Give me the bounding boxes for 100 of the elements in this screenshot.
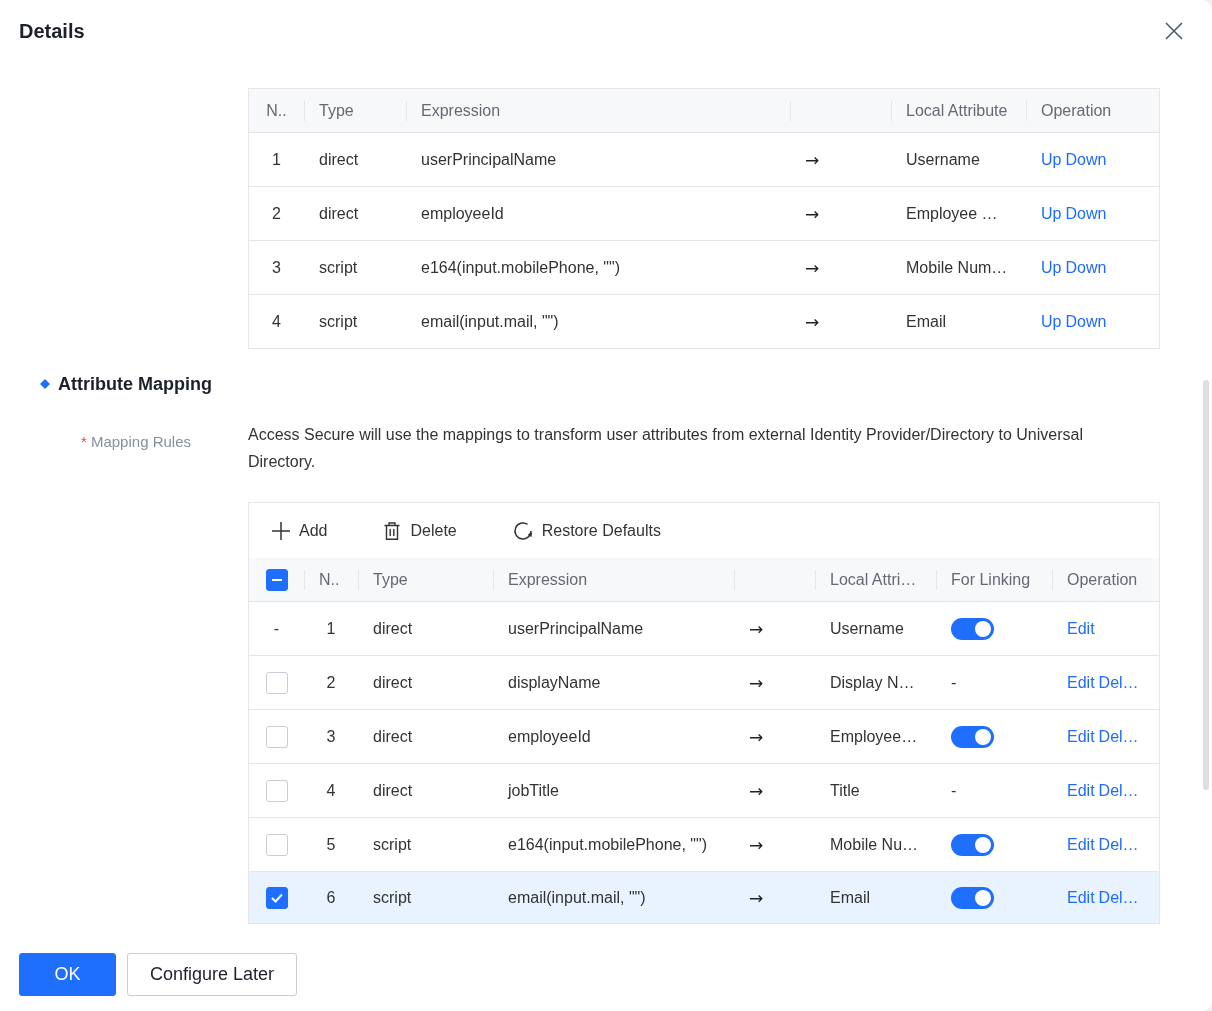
delete-button[interactable]: Delete [383, 521, 457, 540]
operation-link[interactable]: Del… [1098, 727, 1139, 746]
close-icon[interactable] [1165, 22, 1183, 40]
table-cell-text: direct [318, 203, 360, 224]
table-cell-text: 2 [271, 203, 282, 224]
row-checkbox[interactable] [265, 779, 288, 802]
table-cell-text: direct [318, 149, 360, 170]
table-cell-text: → [748, 671, 765, 695]
table-cell-text: Email [829, 887, 871, 908]
table-cell-text: Username [829, 618, 905, 639]
table-cell-text: → [748, 779, 765, 803]
table-cell-text: Email [905, 311, 947, 332]
table-cell-text: Mobile Num… [905, 257, 1009, 278]
table-cell-text: userPrincipalName [507, 618, 645, 639]
operation-link[interactable]: Edit [1067, 888, 1095, 907]
diamond-icon [40, 379, 50, 389]
operation-link[interactable]: Del… [1098, 888, 1139, 907]
toggle-switch[interactable] [951, 833, 994, 856]
dialog-title: Details [19, 19, 85, 43]
trash-icon [383, 521, 402, 540]
table-cell-text: 5 [325, 834, 337, 855]
operation-link[interactable]: Down [1065, 204, 1107, 223]
restore-button[interactable]: Restore Defaults [512, 520, 661, 541]
operation-link[interactable]: Down [1065, 312, 1107, 331]
operation-link[interactable]: Down [1065, 150, 1107, 169]
header-cell-text: N.. [265, 100, 288, 121]
refresh-icon [512, 520, 533, 541]
table-cell-text: Username [905, 149, 981, 170]
table-cell-text: → [804, 256, 821, 280]
table-cell-text: script [372, 887, 413, 908]
table-cell-text: direct [372, 726, 414, 747]
toggle-switch[interactable] [951, 886, 994, 909]
table-cell-text: 4 [325, 780, 337, 801]
row-checkbox[interactable] [265, 886, 288, 909]
table-cell-text: → [748, 617, 765, 641]
check-icon [270, 892, 283, 903]
table-cell-text: script [372, 834, 413, 855]
add-button[interactable]: Add [272, 521, 328, 540]
row-checkbox[interactable] [265, 833, 288, 856]
table-cell-text: Title [829, 780, 861, 801]
table-cell-text: - [950, 780, 958, 801]
operation-link[interactable]: Edit [1067, 673, 1095, 692]
form-label: * Mapping Rules [80, 433, 191, 450]
operation-link[interactable]: Up [1041, 258, 1062, 277]
table-cell-text: displayName [507, 672, 602, 693]
select-all-checkbox[interactable] [265, 568, 288, 591]
header-cell: Operation [1052, 558, 1159, 601]
table-cell-text: → [748, 833, 765, 857]
table-cell-text: Employee… [829, 726, 919, 747]
table-cell-text: 1 [325, 618, 337, 639]
table-cell-text: Mobile Nu… [829, 834, 920, 855]
toggle-switch[interactable] [951, 617, 994, 640]
operation-link[interactable]: Up [1041, 150, 1062, 169]
operation-link[interactable]: Edit [1067, 781, 1095, 800]
operation-link[interactable]: Del… [1098, 781, 1139, 800]
table-cell-text: 1 [271, 149, 282, 170]
header-cell: Operation [1026, 89, 1159, 132]
plus-icon [272, 521, 290, 540]
table-cell-text: employeeId [507, 726, 592, 747]
header-cell: Expression [493, 558, 734, 601]
table-cell-text: e164(input.mobilePhone, "") [420, 257, 622, 278]
header-cell: N.. [304, 558, 358, 601]
table-cell-text: → [748, 886, 765, 910]
table-cell-text: → [804, 148, 821, 172]
table-cell-text: direct [372, 780, 414, 801]
header-cell: For Linking [936, 558, 1052, 601]
table-cell-text: direct [372, 618, 414, 639]
table-cell-text: script [318, 257, 359, 278]
row-checkbox[interactable] [265, 671, 288, 694]
table-cell-text: → [804, 310, 821, 334]
operation-link[interactable]: Up [1041, 312, 1062, 331]
table-cell-text: userPrincipalName [420, 149, 558, 170]
table-cell-text: 3 [271, 257, 282, 278]
table-cell-text: - [272, 618, 281, 639]
secondary-button[interactable]: Configure Later [127, 953, 298, 996]
table-cell-text: employeeId [420, 203, 505, 224]
description-text: Access Secure will use the mappings to transform user attributes from external Identity Provider/Directory to Universal Directory. [248, 425, 1084, 472]
table-cell-text: 6 [325, 887, 337, 908]
table-cell-text: 2 [325, 672, 337, 693]
ok-button[interactable]: OK [19, 953, 116, 996]
toggle-switch[interactable] [951, 725, 994, 748]
table-cell-text: → [804, 202, 821, 226]
header-cell: Local Attribute [891, 89, 1026, 132]
operation-link[interactable]: Del… [1098, 673, 1139, 692]
row-checkbox[interactable] [265, 725, 288, 748]
operation-link[interactable]: Edit [1067, 727, 1095, 746]
operation-link[interactable]: Up [1041, 204, 1062, 223]
header-cell: Type [358, 558, 493, 601]
operation-link[interactable]: Edit [1067, 619, 1095, 638]
minus-icon [271, 578, 282, 581]
operation-link[interactable]: Down [1065, 258, 1107, 277]
header-cell: Type [304, 89, 406, 132]
operation-link[interactable]: Edit [1067, 835, 1095, 854]
table-cell-text: 4 [271, 311, 282, 332]
header-cell: Local Attri… [815, 558, 936, 601]
table-cell-text: Display N… [829, 672, 916, 693]
operation-link[interactable]: Del… [1098, 835, 1139, 854]
table-cell-text: email(input.mail, "") [420, 311, 560, 332]
section-title: Attribute Mapping [58, 373, 212, 396]
scrollbar-thumb[interactable] [1203, 380, 1209, 790]
